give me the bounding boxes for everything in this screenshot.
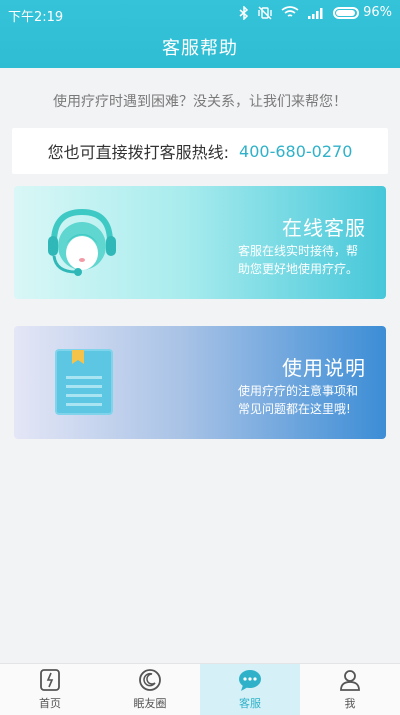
hotline-bar[interactable]: 您也可直接拨打客服热线: 400-680-0270 xyxy=(12,128,388,174)
screen: 下午2:19 96% 客服帮助 使用疗疗时遇到困难？没关系，让我们来帮您！ 您也… xyxy=(0,0,400,715)
tab-home[interactable]: 首页 xyxy=(0,664,100,715)
signal-icon xyxy=(308,7,323,19)
vibrate-off-icon xyxy=(258,6,272,19)
hotline-number[interactable]: 400-680-0270 xyxy=(239,142,352,161)
tab-me-label: 我 xyxy=(344,697,356,710)
battery-icon xyxy=(333,6,360,19)
status-bar: 下午2:19 96% xyxy=(0,0,400,28)
top-bar: 下午2:19 96% 客服帮助 xyxy=(0,0,400,68)
tab-sleep-friends-label: 眠友圈 xyxy=(133,697,167,710)
bottom-nav: 首页 眠友圈 客服 我 xyxy=(0,663,400,715)
page-title: 客服帮助 xyxy=(162,38,238,59)
tab-sleep-friends[interactable]: 眠友圈 xyxy=(100,664,200,715)
hotline-label: 您也可直接拨打客服热线: xyxy=(47,143,230,162)
battery: 96% xyxy=(333,5,392,20)
online-service-title: 在线客服 xyxy=(282,216,366,240)
tab-me[interactable]: 我 xyxy=(300,664,400,715)
document-icon xyxy=(54,348,114,422)
moon-icon xyxy=(139,669,161,691)
chat-icon xyxy=(239,670,261,691)
online-service-card[interactable]: 在线客服 客服在线实时接待，帮助您更好地使用疗疗。 xyxy=(14,186,386,299)
status-time: 下午2:19 xyxy=(8,10,64,25)
help-tip: 使用疗疗时遇到困难？没关系，让我们来帮您！ xyxy=(53,94,347,110)
wifi-icon xyxy=(281,6,299,17)
user-guide-card[interactable]: 使用说明 使用疗疗的注意事项和常见问题都在这里哦! xyxy=(14,326,386,439)
tab-home-label: 首页 xyxy=(39,697,61,710)
home-icon xyxy=(40,669,60,691)
battery-level: 96% xyxy=(363,5,392,20)
tab-customer-service-label: 客服 xyxy=(239,697,261,710)
user-guide-desc: 使用疗疗的注意事项和常见问题都在这里哦! xyxy=(238,384,359,416)
online-service-desc: 客服在线实时接待，帮助您更好地使用疗疗。 xyxy=(238,244,359,276)
user-guide-title: 使用说明 xyxy=(282,356,366,380)
headset-agent-icon xyxy=(42,204,122,286)
tab-customer-service[interactable]: 客服 xyxy=(200,664,300,715)
status-icons: 96% xyxy=(239,5,392,20)
bluetooth-icon xyxy=(239,5,249,20)
user-icon xyxy=(340,670,360,691)
